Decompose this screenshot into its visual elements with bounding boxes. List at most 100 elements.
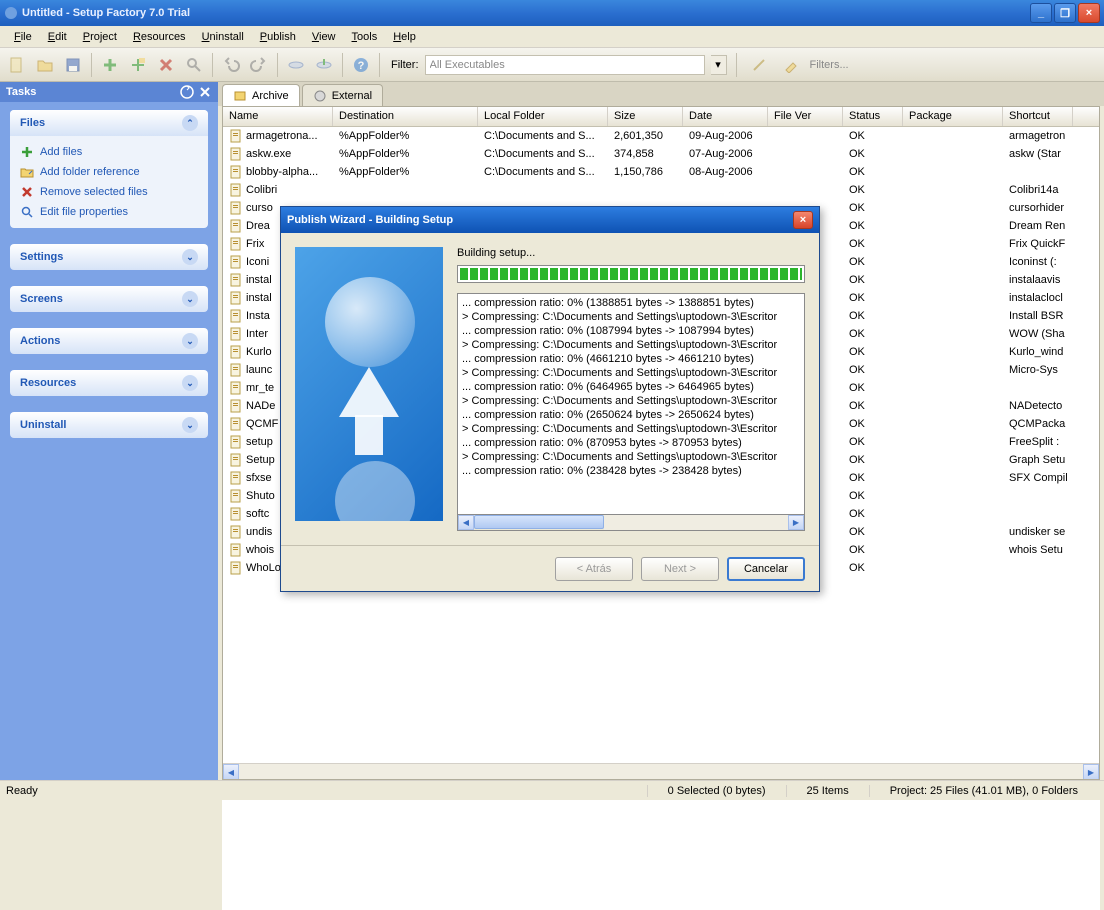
delete-icon[interactable] [153, 52, 179, 78]
task-edit-file-properties[interactable]: Edit file properties [18, 202, 200, 222]
publish-icon[interactable] [311, 52, 337, 78]
build-log[interactable]: ... compression ratio: 0% (1388851 bytes… [457, 293, 805, 515]
uninstall-panel: Uninstall⌄ [10, 412, 208, 438]
task-add-folder-reference[interactable]: Add folder reference [18, 162, 200, 182]
cell-name: Colibri [223, 183, 333, 197]
task-add-files[interactable]: Add files [18, 142, 200, 162]
edit-filter-icon[interactable] [778, 52, 804, 78]
tasks-header: Tasks [0, 82, 218, 102]
redo-icon[interactable] [246, 52, 272, 78]
scroll-left-icon[interactable]: ◀ [223, 764, 239, 780]
col-local-folder[interactable]: Local Folder [478, 107, 608, 126]
table-row[interactable]: ColibriOKColibri14a [223, 181, 1099, 199]
scroll-right-icon[interactable]: ▶ [1083, 764, 1099, 780]
menu-resources[interactable]: Resources [125, 29, 194, 45]
col-package[interactable]: Package [903, 107, 1003, 126]
log-line: > Compressing: C:\Documents and Settings… [462, 394, 800, 408]
wizard-close-button[interactable]: × [793, 211, 813, 229]
menu-edit[interactable]: Edit [40, 29, 75, 45]
col-name[interactable]: Name [223, 107, 333, 126]
files-panel: Files ⌃ Add filesAdd folder referenceRem… [10, 110, 208, 228]
log-line: ... compression ratio: 0% (870953 bytes … [462, 436, 800, 450]
help-icon[interactable]: ? [348, 52, 374, 78]
table-header: NameDestinationLocal FolderSizeDateFile … [223, 107, 1099, 127]
log-line: ... compression ratio: 0% (1087994 bytes… [462, 324, 800, 338]
menu-project[interactable]: Project [75, 29, 125, 45]
table-row[interactable]: armagetrona...%AppFolder%C:\Documents an… [223, 127, 1099, 145]
tabs: Archive External [218, 82, 1104, 106]
actions-panel-header[interactable]: Actions⌄ [10, 328, 208, 354]
toolbar: ? Filter: ▾ Filters... [0, 48, 1104, 82]
open-icon[interactable] [32, 52, 58, 78]
tasks-sidebar: Tasks Files ⌃ Add filesAdd folder refere… [0, 82, 218, 780]
refresh-icon[interactable] [180, 85, 194, 99]
log-line: > Compressing: C:\Documents and Settings… [462, 310, 800, 324]
plus-icon [20, 145, 34, 159]
filter-dropdown[interactable]: ▾ [711, 55, 727, 75]
col-shortcut[interactable]: Shortcut [1003, 107, 1073, 126]
chevron-down-icon: ⌄ [182, 417, 198, 433]
disc-icon [313, 89, 327, 103]
close-button[interactable]: × [1078, 3, 1100, 23]
settings-panel: Settings⌄ [10, 244, 208, 270]
scroll-left-icon[interactable]: ◀ [458, 515, 474, 530]
build-icon[interactable] [283, 52, 309, 78]
cancel-button[interactable]: Cancelar [727, 557, 805, 581]
save-icon[interactable] [60, 52, 86, 78]
minimize-button[interactable]: _ [1030, 3, 1052, 23]
next-button: Next > [641, 557, 719, 581]
add-ref-icon[interactable] [125, 52, 151, 78]
statusbar: Ready 0 Selected (0 bytes) 25 Items Proj… [0, 780, 1104, 800]
task-remove-selected-files[interactable]: Remove selected files [18, 182, 200, 202]
screens-panel-header[interactable]: Screens⌄ [10, 286, 208, 312]
col-date[interactable]: Date [683, 107, 768, 126]
wand-icon[interactable] [746, 52, 772, 78]
menu-view[interactable]: View [304, 29, 344, 45]
menu-file[interactable]: File [6, 29, 40, 45]
maximize-button[interactable]: ❐ [1054, 3, 1076, 23]
chevron-down-icon: ⌄ [182, 333, 198, 349]
col-size[interactable]: Size [608, 107, 683, 126]
uninstall-panel-header[interactable]: Uninstall⌄ [10, 412, 208, 438]
cell-name: armagetrona... [223, 129, 333, 143]
menu-tools[interactable]: Tools [344, 29, 386, 45]
col-file-ver[interactable]: File Ver [768, 107, 843, 126]
table-row[interactable]: blobby-alpha...%AppFolder%C:\Documents a… [223, 163, 1099, 181]
filters-link[interactable]: Filters... [810, 59, 849, 71]
horizontal-scrollbar[interactable]: ◀ ▶ [223, 763, 1099, 779]
menu-publish[interactable]: Publish [252, 29, 304, 45]
magnify-icon [20, 205, 34, 219]
window-title: Untitled - Setup Factory 7.0 Trial [22, 7, 1030, 19]
col-destination[interactable]: Destination [333, 107, 478, 126]
chevron-down-icon: ⌄ [182, 375, 198, 391]
search-icon[interactable] [181, 52, 207, 78]
menu-help[interactable]: Help [385, 29, 424, 45]
log-scrollbar[interactable]: ◀ ▶ [457, 515, 805, 531]
settings-panel-header[interactable]: Settings⌄ [10, 244, 208, 270]
new-icon[interactable] [4, 52, 30, 78]
files-panel-header[interactable]: Files ⌃ [10, 110, 208, 136]
close-tasks-icon[interactable] [198, 85, 212, 99]
svg-text:?: ? [358, 60, 365, 72]
filter-input[interactable] [425, 55, 705, 75]
upload-arrow-icon [339, 367, 399, 417]
scroll-thumb[interactable] [474, 515, 604, 529]
table-row[interactable]: askw.exe%AppFolder%C:\Documents and S...… [223, 145, 1099, 163]
separator [91, 53, 92, 77]
separator [342, 53, 343, 77]
folder-link-icon [20, 165, 34, 179]
resources-panel: Resources⌄ [10, 370, 208, 396]
cell-name: blobby-alpha... [223, 165, 333, 179]
tab-archive[interactable]: Archive [222, 84, 300, 106]
add-icon[interactable] [97, 52, 123, 78]
tab-external[interactable]: External [302, 84, 383, 106]
col-status[interactable]: Status [843, 107, 903, 126]
log-line: ... compression ratio: 0% (4661210 bytes… [462, 352, 800, 366]
resources-panel-header[interactable]: Resources⌄ [10, 370, 208, 396]
menu-uninstall[interactable]: Uninstall [194, 29, 252, 45]
menubar: FileEditProjectResourcesUninstallPublish… [0, 26, 1104, 48]
undo-icon[interactable] [218, 52, 244, 78]
separator [212, 53, 213, 77]
scroll-right-icon[interactable]: ▶ [788, 515, 804, 530]
wizard-status-label: Building setup... [457, 247, 805, 259]
